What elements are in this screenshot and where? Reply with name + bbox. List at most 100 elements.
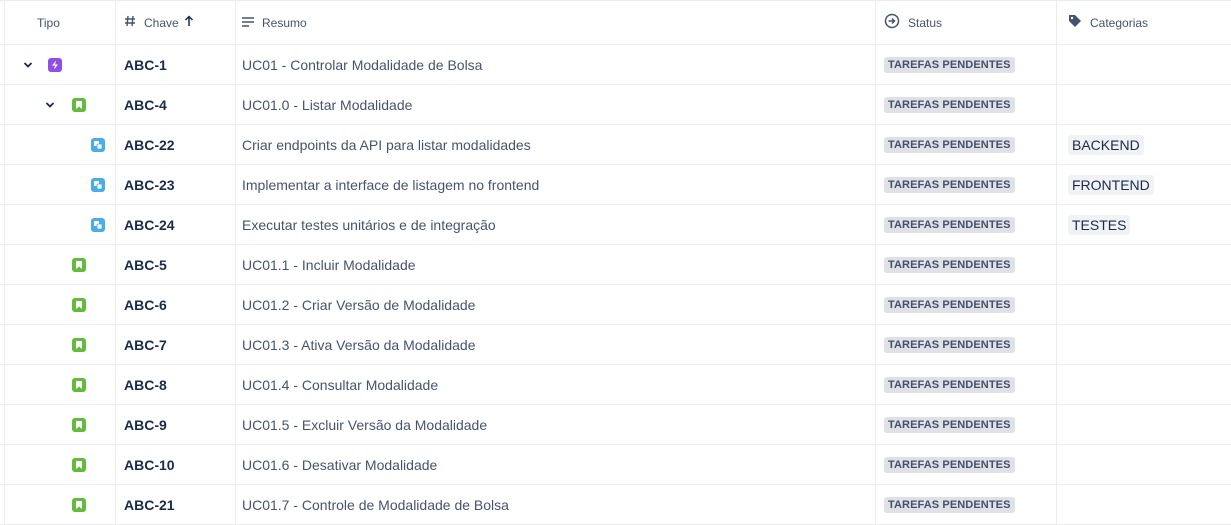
- issue-key-link[interactable]: ABC-21: [124, 497, 175, 513]
- key-cell: ABC-23: [116, 165, 236, 204]
- issue-key-link[interactable]: ABC-5: [124, 257, 167, 273]
- bookmark-icon: [72, 378, 86, 392]
- key-cell: ABC-9: [116, 405, 236, 444]
- column-header-categorias[interactable]: Categorias: [1057, 1, 1231, 44]
- table-row[interactable]: ABC-4 UC01.0 - Listar Modalidade TAREFAS P…: [0, 85, 1231, 125]
- column-header-chave[interactable]: Chave: [116, 1, 236, 44]
- table-row[interactable]: ABC-10 UC01.6 - Desativar Modalidade TAREF…: [0, 445, 1231, 485]
- table-row[interactable]: ABC-9 UC01.5 - Excluir Versão da Modalida…: [0, 405, 1231, 445]
- table-row[interactable]: ABC-23 Implementar a interface de listage…: [0, 165, 1231, 205]
- category-tag: TESTES: [1068, 214, 1131, 235]
- table-row[interactable]: ABC-6 UC01.2 - Criar Versão de Modalidade…: [0, 285, 1231, 325]
- status-badge[interactable]: TAREFAS PENDENTES: [884, 296, 1015, 313]
- status-cell[interactable]: TAREFAS PENDENTES: [876, 45, 1057, 84]
- status-cell[interactable]: TAREFAS PENDENTES: [876, 445, 1057, 484]
- type-cell: [5, 445, 116, 484]
- summary-cell[interactable]: UC01.4 - Consultar Modalidade: [236, 365, 876, 404]
- category-cell[interactable]: [1057, 325, 1231, 364]
- status-cell[interactable]: TAREFAS PENDENTES: [876, 165, 1057, 204]
- summary-cell[interactable]: UC01.1 - Incluir Modalidade: [236, 245, 876, 284]
- status-cell[interactable]: TAREFAS PENDENTES: [876, 485, 1057, 524]
- bookmark-icon: [72, 298, 86, 312]
- summary-cell[interactable]: UC01.2 - Criar Versão de Modalidade: [236, 285, 876, 324]
- summary-cell[interactable]: UC01.7 - Controle de Modalidade de Bolsa: [236, 485, 876, 524]
- category-cell[interactable]: [1057, 45, 1231, 84]
- status-badge[interactable]: TAREFAS PENDENTES: [884, 336, 1015, 353]
- category-cell[interactable]: [1057, 285, 1231, 324]
- status-badge[interactable]: TAREFAS PENDENTES: [884, 96, 1015, 113]
- summary-cell[interactable]: UC01.0 - Listar Modalidade: [236, 85, 876, 124]
- column-header-status[interactable]: Status: [876, 1, 1057, 44]
- status-badge[interactable]: TAREFAS PENDENTES: [884, 56, 1015, 73]
- category-tag: BACKEND: [1068, 134, 1144, 155]
- category-cell[interactable]: FRONTEND: [1057, 165, 1231, 204]
- issue-summary: UC01.7 - Controle de Modalidade de Bolsa: [242, 496, 509, 513]
- category-tag: FRONTEND: [1068, 174, 1154, 195]
- column-header-resumo[interactable]: Resumo: [236, 1, 876, 44]
- status-cell[interactable]: TAREFAS PENDENTES: [876, 405, 1057, 444]
- status-cell[interactable]: TAREFAS PENDENTES: [876, 245, 1057, 284]
- issue-key-link[interactable]: ABC-22: [124, 137, 175, 153]
- column-header-categorias-label: Categorias: [1090, 15, 1149, 30]
- issue-key-link[interactable]: ABC-7: [124, 337, 167, 353]
- category-cell[interactable]: [1057, 445, 1231, 484]
- summary-cell[interactable]: UC01.3 - Ativa Versão da Modalidade: [236, 325, 876, 364]
- table-row[interactable]: ABC-1 UC01 - Controlar Modalidade de Bols…: [0, 45, 1231, 85]
- issue-key-link[interactable]: ABC-8: [124, 377, 167, 393]
- category-cell[interactable]: [1057, 365, 1231, 404]
- issue-key-link[interactable]: ABC-9: [124, 417, 167, 433]
- status-badge[interactable]: TAREFAS PENDENTES: [884, 456, 1015, 473]
- status-badge[interactable]: TAREFAS PENDENTES: [884, 416, 1015, 433]
- status-cell[interactable]: TAREFAS PENDENTES: [876, 285, 1057, 324]
- category-cell[interactable]: [1057, 85, 1231, 124]
- summary-cell[interactable]: Implementar a interface de listagem no f…: [236, 165, 876, 204]
- status-badge[interactable]: TAREFAS PENDENTES: [884, 376, 1015, 393]
- table-row[interactable]: ABC-24 Executar testes unitários e de int…: [0, 205, 1231, 245]
- issue-key-link[interactable]: ABC-1: [124, 57, 167, 73]
- status-badge[interactable]: TAREFAS PENDENTES: [884, 216, 1015, 233]
- category-cell[interactable]: TESTES: [1057, 205, 1231, 244]
- issue-summary: UC01.2 - Criar Versão de Modalidade: [242, 296, 476, 313]
- table-row[interactable]: ABC-21 UC01.7 - Controle de Modalidade de…: [0, 485, 1231, 525]
- issue-key-link[interactable]: ABC-24: [124, 217, 175, 233]
- summary-cell[interactable]: UC01.5 - Excluir Versão da Modalidade: [236, 405, 876, 444]
- issue-summary: UC01.3 - Ativa Versão da Modalidade: [242, 336, 476, 353]
- status-badge[interactable]: TAREFAS PENDENTES: [884, 136, 1015, 153]
- arrow-up-icon[interactable]: [184, 15, 194, 30]
- column-header-tipo[interactable]: Tipo: [5, 1, 116, 44]
- category-cell[interactable]: [1057, 485, 1231, 524]
- table-row[interactable]: ABC-7 UC01.3 - Ativa Versão da Modalidade…: [0, 325, 1231, 365]
- status-cell[interactable]: TAREFAS PENDENTES: [876, 205, 1057, 244]
- category-cell[interactable]: BACKEND: [1057, 125, 1231, 164]
- status-badge[interactable]: TAREFAS PENDENTES: [884, 176, 1015, 193]
- column-header-resumo-label: Resumo: [262, 15, 307, 30]
- status-cell[interactable]: TAREFAS PENDENTES: [876, 365, 1057, 404]
- chevron-down-icon[interactable]: [45, 100, 55, 110]
- status-cell[interactable]: TAREFAS PENDENTES: [876, 85, 1057, 124]
- column-header-status-label: Status: [908, 15, 943, 30]
- table-header: Tipo Chave Resumo Status Categorias: [0, 0, 1231, 45]
- issue-summary: UC01 - Controlar Modalidade de Bolsa: [242, 56, 483, 73]
- status-cell[interactable]: TAREFAS PENDENTES: [876, 125, 1057, 164]
- type-cell: [5, 365, 116, 404]
- issue-key-link[interactable]: ABC-4: [124, 97, 167, 113]
- table-row[interactable]: ABC-5 UC01.1 - Incluir Modalidade TAREFAS …: [0, 245, 1231, 285]
- chevron-down-icon[interactable]: [23, 60, 33, 70]
- summary-cell[interactable]: Criar endpoints da API para listar modal…: [236, 125, 876, 164]
- status-badge[interactable]: TAREFAS PENDENTES: [884, 496, 1015, 513]
- status-badge[interactable]: TAREFAS PENDENTES: [884, 256, 1015, 273]
- summary-cell[interactable]: Executar testes unitários e de integraçã…: [236, 205, 876, 244]
- category-cell[interactable]: [1057, 245, 1231, 284]
- issue-summary: Criar endpoints da API para listar modal…: [242, 136, 531, 153]
- summary-cell[interactable]: UC01 - Controlar Modalidade de Bolsa: [236, 45, 876, 84]
- key-cell: ABC-24: [116, 205, 236, 244]
- issue-key-link[interactable]: ABC-10: [124, 457, 175, 473]
- summary-cell[interactable]: UC01.6 - Desativar Modalidade: [236, 445, 876, 484]
- issue-key-link[interactable]: ABC-6: [124, 297, 167, 313]
- category-cell[interactable]: [1057, 405, 1231, 444]
- issue-summary: Executar testes unitários e de integraçã…: [242, 216, 496, 233]
- table-row[interactable]: ABC-8 UC01.4 - Consultar Modalidade TAREFA…: [0, 365, 1231, 405]
- table-row[interactable]: ABC-22 Criar endpoints da API para listar…: [0, 125, 1231, 165]
- issue-key-link[interactable]: ABC-23: [124, 177, 175, 193]
- status-cell[interactable]: TAREFAS PENDENTES: [876, 325, 1057, 364]
